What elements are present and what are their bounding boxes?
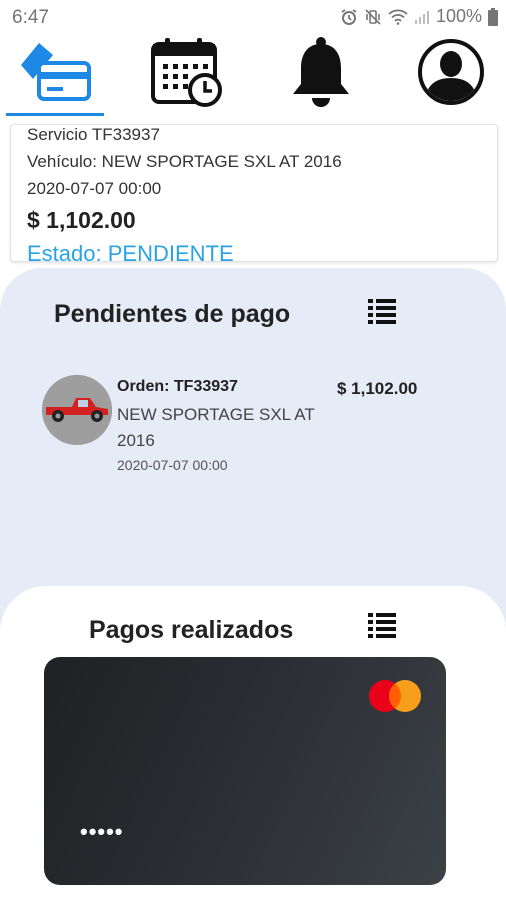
order-number: Orden: TF33937 <box>117 378 238 395</box>
status-bar: 6:47 100% <box>0 0 506 30</box>
payment-card-icon <box>17 39 93 105</box>
signal-icon <box>414 9 430 25</box>
list-icon[interactable] <box>368 298 396 329</box>
red-pickup-truck-icon <box>42 375 112 445</box>
service-status: Estado: PENDIENTE <box>27 241 234 266</box>
vehicle-avatar <box>42 375 112 445</box>
battery-icon <box>488 7 498 26</box>
service-vehicle: Vehículo: NEW SPORTAGE SXL AT 2016 <box>27 152 342 171</box>
status-icons: 100% <box>340 6 498 27</box>
payments-made-section: Pagos realizados ••••• <box>0 586 506 900</box>
payment-card[interactable]: ••••• <box>44 657 446 885</box>
tab-profile[interactable] <box>396 28 506 116</box>
tab-appointments[interactable] <box>132 28 242 116</box>
wifi-icon <box>388 9 408 25</box>
order-date: 2020-07-07 00:00 <box>117 457 228 473</box>
order-vehicle: NEW SPORTAGE SXL AT 2016 <box>117 405 315 450</box>
service-date: 2020-07-07 00:00 <box>27 179 162 198</box>
tab-payments[interactable] <box>0 28 110 116</box>
bell-icon <box>290 36 352 108</box>
service-card[interactable]: Servicio TF33937 Vehículo: NEW SPORTAGE … <box>10 124 498 266</box>
order-amount: $ 1,102.00 <box>337 379 418 398</box>
card-masked-number: ••••• <box>80 819 124 844</box>
payments-title: Pagos realizados <box>89 616 294 644</box>
vibrate-mute-icon <box>364 8 382 26</box>
tab-notifications[interactable] <box>266 28 376 116</box>
status-time: 6:47 <box>12 7 49 28</box>
service-id: Servicio TF33937 <box>27 125 160 144</box>
calendar-clock-icon <box>149 36 225 108</box>
battery-percent: 100% <box>435 6 482 26</box>
alarm-icon <box>340 8 358 26</box>
profile-icon <box>417 38 485 106</box>
pending-payments-section: Pendientes de pago Orden: TF33937 NEW SP… <box>0 268 506 628</box>
mastercard-logo-icon <box>368 679 422 713</box>
service-amount: $ 1,102.00 <box>27 207 136 233</box>
list-icon[interactable] <box>368 612 396 643</box>
pending-title: Pendientes de pago <box>54 300 291 328</box>
top-navigation <box>0 28 506 118</box>
